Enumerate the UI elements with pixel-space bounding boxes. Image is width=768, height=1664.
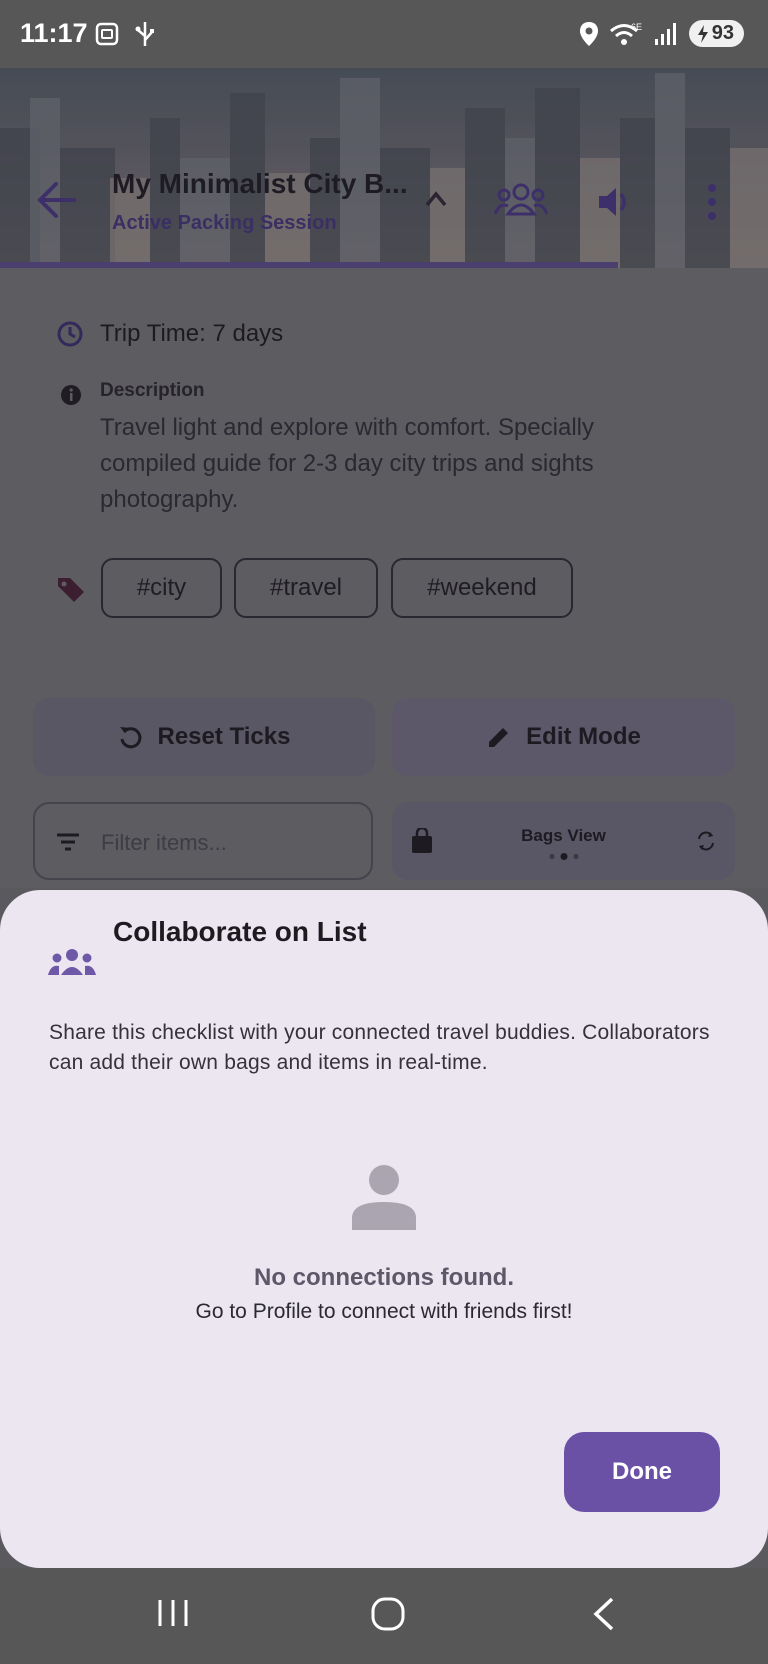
edit-mode-button[interactable]: Edit Mode [392,698,735,776]
trip-time: Trip Time: 7 days [100,320,284,347]
group-icon [48,949,96,975]
back-arrow-icon[interactable] [36,180,76,220]
filter-items-input[interactable]: Filter items... [33,802,373,880]
description-label: Description [100,380,205,401]
view-page-indicator [549,853,578,860]
filter-placeholder: Filter items... [101,830,227,855]
sync-icon [698,831,714,851]
info-icon [61,385,81,405]
recent-apps-icon[interactable] [156,1596,190,1630]
collaborators-icon[interactable] [494,182,548,218]
done-button[interactable]: Done [564,1432,720,1512]
list-title: My Minimalist City B... [112,168,408,199]
home-icon[interactable] [370,1596,406,1632]
charging-icon [697,24,708,43]
tag-chip-travel[interactable]: #travel [234,558,378,618]
location-icon [579,21,598,46]
tag-icon [58,578,84,602]
sheet-title: Collaborate on List [113,916,367,947]
status-bar: 11:17 6E 93 [0,0,768,68]
tag-chip-weekend[interactable]: #weekend [391,558,573,618]
reset-icon [119,727,141,749]
sheet-description: Share this checklist with your connected… [49,1021,710,1074]
filter-icon [57,833,79,851]
empty-state-title: No connections found. [254,1264,514,1291]
wifi-icon: 6E [609,22,642,45]
more-options-icon[interactable] [704,182,720,222]
person-icon [352,1165,416,1230]
volume-icon[interactable] [596,184,632,220]
tag-chip-city[interactable]: #city [101,558,222,618]
back-icon[interactable] [590,1596,616,1632]
battery-level: 93 [711,22,734,44]
svg-text:6E: 6E [631,22,642,32]
clock-icon [57,321,83,347]
clock: 11:17 [20,18,88,48]
signal-icon [654,22,676,45]
edit-mode-label: Edit Mode [526,723,641,750]
bags-view-label: Bags View [521,826,606,845]
pencil-icon [489,728,509,747]
screenshot-icon [95,22,119,46]
reset-ticks-label: Reset Ticks [157,723,291,750]
usb-icon [135,22,154,46]
bags-view-switcher[interactable]: Bags View [392,802,735,880]
collapse-chevron-icon[interactable] [424,190,448,208]
reset-ticks-button[interactable]: Reset Ticks [33,698,375,776]
battery-indicator: 93 [688,20,744,47]
description-text: Travel light and explore with comfort. S… [100,414,594,513]
empty-state-subtitle: Go to Profile to connect with friends fi… [195,1300,573,1323]
system-navigation-bar [0,1568,768,1664]
session-subtitle: Active Packing Session [112,212,337,234]
